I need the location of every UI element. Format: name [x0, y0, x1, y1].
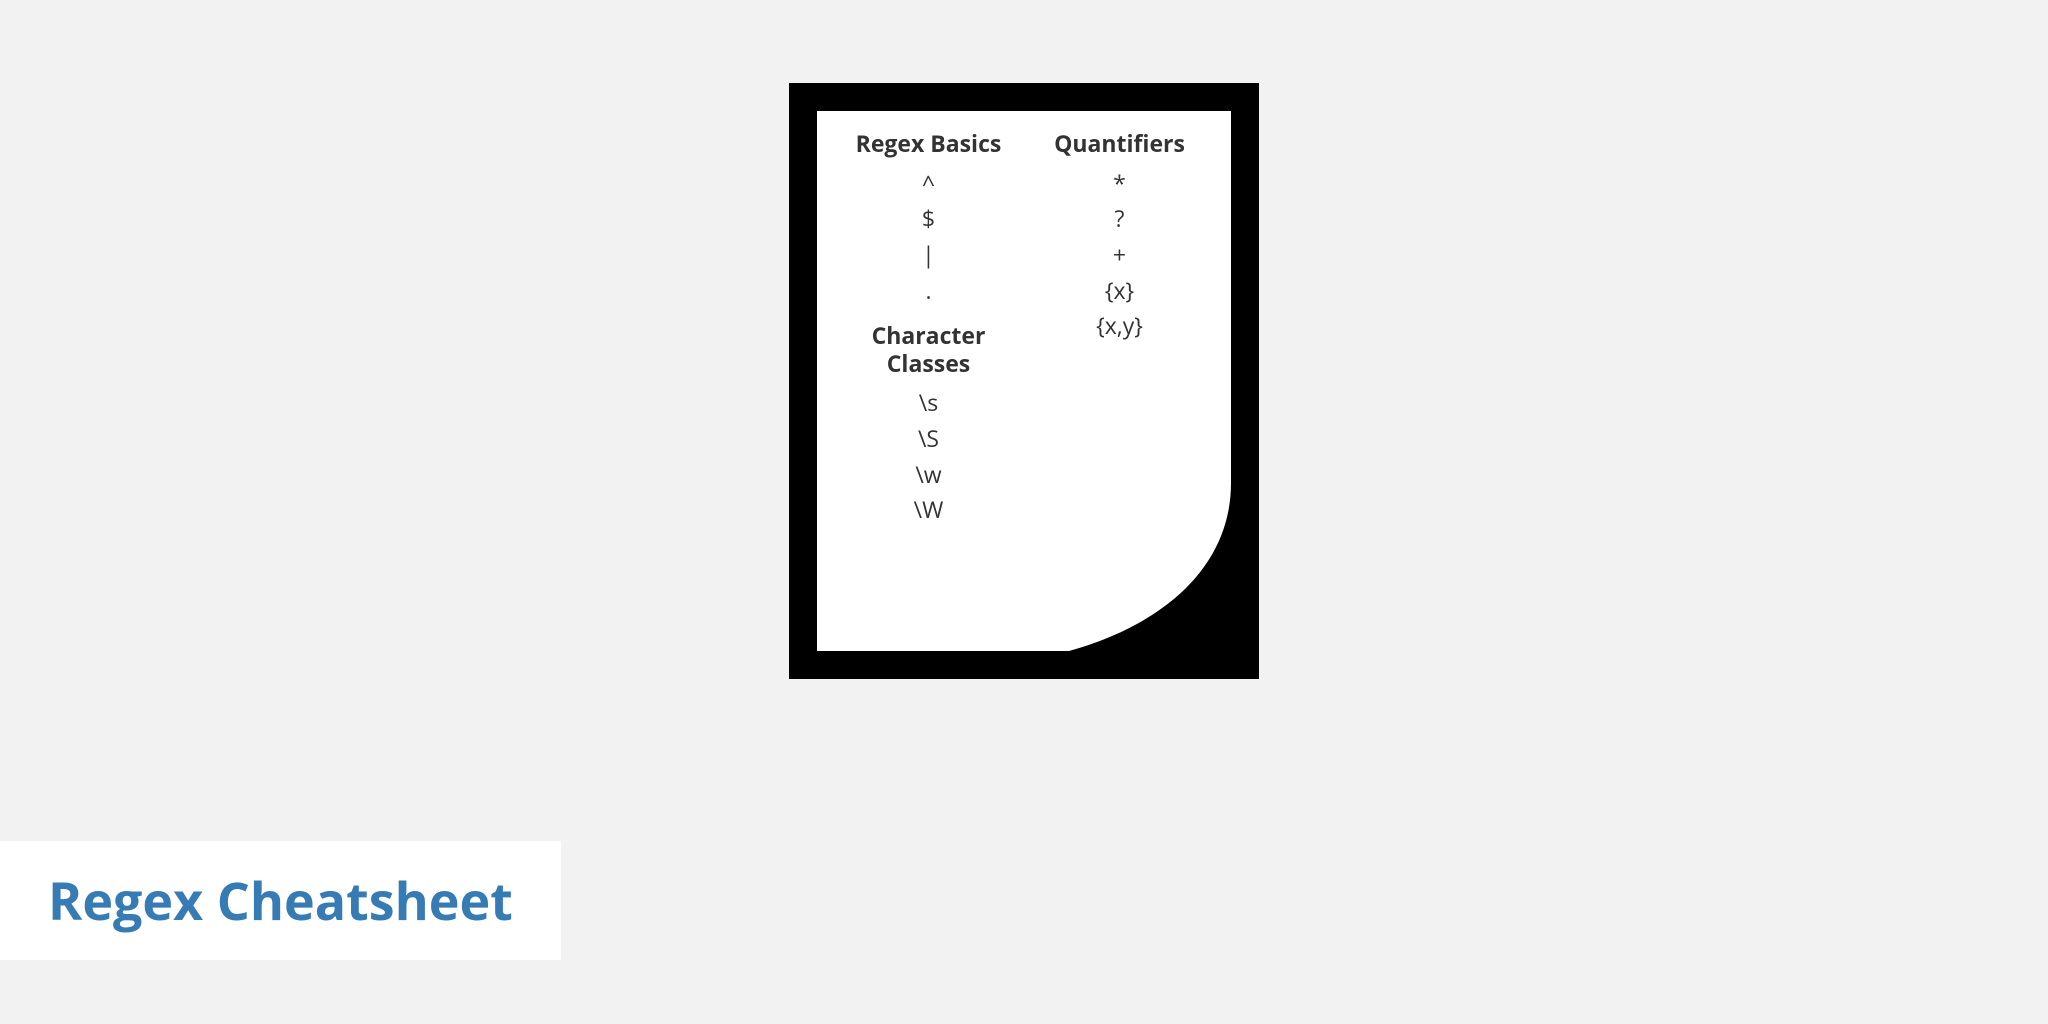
char-class-item: \S [839, 421, 1018, 457]
char-classes-section: Character Classes \s \S \w \W [839, 322, 1018, 528]
regex-basic-item: ^ [839, 166, 1018, 202]
quantifier-item: {x,y} [1030, 308, 1209, 344]
quantifiers-heading: Quantifiers [1030, 130, 1209, 158]
regex-basics-section: Regex Basics ^ $ | . [839, 130, 1018, 308]
quantifier-item: * [1030, 166, 1209, 202]
title-box: Regex Cheatsheet [0, 841, 561, 960]
cheatsheet-content: Regex Basics ^ $ | . Character Classes \… [839, 130, 1209, 542]
regex-basic-item: $ [839, 201, 1018, 237]
quantifier-item: {x} [1030, 273, 1209, 309]
quantifier-item: + [1030, 237, 1209, 273]
regex-basics-heading: Regex Basics [839, 130, 1018, 158]
quantifiers-section: Quantifiers * ? + {x} {x,y} [1030, 130, 1209, 344]
quantifier-item: ? [1030, 201, 1209, 237]
char-class-item: \s [839, 385, 1018, 421]
heading-line: Classes [887, 347, 970, 379]
char-class-item: \w [839, 457, 1018, 493]
left-column: Regex Basics ^ $ | . Character Classes \… [839, 130, 1018, 542]
page-title: Regex Cheatsheet [48, 865, 513, 936]
right-column: Quantifiers * ? + {x} {x,y} [1030, 130, 1209, 542]
regex-basic-item: | [839, 237, 1018, 273]
char-classes-heading: Character Classes [839, 322, 1018, 377]
regex-basic-item: . [839, 273, 1018, 309]
char-class-item: \W [839, 492, 1018, 528]
